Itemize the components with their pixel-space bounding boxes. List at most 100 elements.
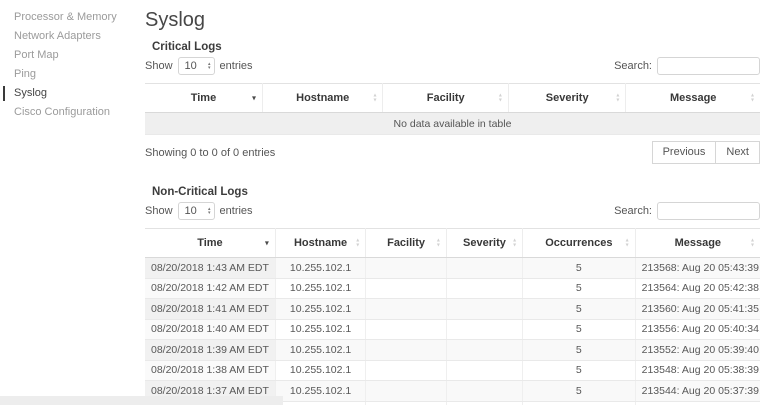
sort-icon: ▴ ▾	[356, 237, 360, 248]
cell-message: 213552: Aug 20 05:39:40.687: …	[635, 339, 760, 361]
cell-facility	[365, 339, 447, 361]
page-size-value: 10	[184, 60, 197, 72]
sidebar-item-port-map[interactable]: Port Map	[0, 46, 140, 65]
column-label: Hostname	[293, 237, 348, 249]
spinner-icon: ▴ ▾	[208, 206, 211, 216]
cell-occurrences: 5	[522, 257, 636, 279]
column-label: Time	[197, 237, 223, 249]
cell-hostname: 10.255.102.1	[275, 380, 367, 402]
cell-facility	[365, 401, 447, 405]
cell-severity	[446, 319, 524, 340]
cell-message: 213540: Aug 20 05:36:37.667: …	[635, 401, 760, 405]
search-label: Search:	[614, 205, 652, 217]
cell-message: 213544: Aug 20 05:37:39.957: …	[635, 380, 760, 402]
column-label: Message	[669, 92, 717, 104]
cell-facility	[365, 319, 447, 340]
cell-occurrences: 5	[522, 278, 636, 299]
cell-message: 213548: Aug 20 05:38:39.076: …	[635, 360, 760, 381]
cell-hostname: 10.255.102.1	[275, 298, 367, 320]
cell-message: 213568: Aug 20 05:43:39.831: …	[635, 257, 760, 279]
sidebar-item-label: Cisco Configuration	[14, 106, 110, 118]
column-header-severity[interactable]: Severity ▴ ▾	[508, 83, 627, 113]
cell-severity	[446, 257, 524, 279]
syslog-page: Processor & Memory Network Adapters Port M…	[0, 0, 768, 405]
entries-label: entries	[219, 205, 253, 217]
page-bottom-edge	[0, 396, 283, 405]
cell-occurrences: 5	[522, 401, 636, 405]
log-row: 08/20/2018 1:41 AM EDT 10.255.102.1 5 21356…	[145, 298, 760, 320]
page-size-select[interactable]: 10 ▴ ▾	[177, 202, 215, 220]
cell-facility	[365, 278, 447, 299]
cell-hostname: 10.255.102.1	[275, 319, 367, 340]
cell-hostname: 10.255.102.1	[275, 278, 367, 299]
cell-message: 213556: Aug 20 05:40:34.832: …	[635, 319, 760, 340]
column-header-severity[interactable]: Severity ▴ ▾	[446, 228, 524, 258]
column-header-time[interactable]: Time ▾	[145, 228, 276, 258]
sidebar-item-processor-memory[interactable]: Processor & Memory	[0, 8, 140, 27]
cell-time: 08/20/2018 1:41 AM EDT	[145, 298, 276, 320]
page-size-select[interactable]: 10 ▴ ▾	[177, 57, 215, 75]
search-label: Search:	[614, 60, 652, 72]
sort-icon: ▴ ▾	[373, 92, 377, 103]
column-header-message[interactable]: Message ▴ ▾	[635, 228, 760, 258]
cell-hostname: 10.255.102.1	[275, 339, 367, 361]
log-row: 08/20/2018 1:39 AM EDT 10.255.102.1 5 21355…	[145, 339, 760, 361]
sort-icon: ▴ ▾	[750, 92, 754, 103]
page-size-value: 10	[184, 205, 197, 217]
column-label: Facility	[426, 92, 465, 104]
sort-icon: ▴ ▾	[625, 237, 629, 248]
cell-severity	[446, 401, 524, 405]
sidebar-item-label: Network Adapters	[14, 30, 101, 42]
log-row: 08/20/2018 1:40 AM EDT 10.255.102.1 5 21355…	[145, 319, 760, 340]
sidebar-item-label: Ping	[14, 68, 37, 80]
empty-message: No data available in table	[145, 112, 760, 135]
previous-button[interactable]: Previous	[651, 141, 717, 164]
column-header-hostname[interactable]: Hostname ▴ ▾	[262, 83, 384, 113]
empty-row: No data available in table	[145, 112, 760, 135]
show-label: Show	[145, 60, 173, 72]
pagination: Previous Next	[651, 141, 760, 164]
sidebar-item-syslog[interactable]: Syslog	[0, 84, 140, 103]
column-header-message[interactable]: Message ▴ ▾	[625, 83, 760, 113]
column-header-facility[interactable]: Facility ▴ ▾	[382, 83, 509, 113]
critical-logs-table: Time ▾ Hostname ▴ ▾ Facility ▴ ▾ Severity ▴ ▾ Messa…	[145, 83, 760, 135]
column-header-time[interactable]: Time ▾	[145, 83, 263, 113]
sidebar-item-network-adapters[interactable]: Network Adapters	[0, 27, 140, 46]
cell-severity	[446, 339, 524, 361]
show-label: Show	[145, 205, 173, 217]
cell-hostname: 10.255.102.1	[275, 257, 367, 279]
sidebar-item-ping[interactable]: Ping	[0, 65, 140, 84]
column-label: Severity	[463, 237, 506, 249]
sidebar-nav: Processor & Memory Network Adapters Port M…	[0, 0, 140, 122]
spinner-icon: ▴ ▾	[208, 61, 211, 71]
sidebar-item-cisco-configuration[interactable]: Cisco Configuration	[0, 103, 140, 122]
sort-desc-icon: ▾	[251, 93, 256, 103]
column-label: Hostname	[296, 92, 350, 104]
sort-icon: ▴ ▾	[498, 92, 502, 103]
column-label: Time	[190, 92, 217, 104]
critical-search-control: Search:	[614, 57, 760, 75]
column-header-facility[interactable]: Facility ▴ ▾	[365, 228, 447, 258]
log-row: 08/20/2018 1:43 AM EDT 10.255.102.1 5 21356…	[145, 257, 760, 279]
cell-occurrences: 5	[522, 319, 636, 340]
log-row: 08/20/2018 1:42 AM EDT 10.255.102.1 5 21356…	[145, 278, 760, 299]
column-header-occurrences[interactable]: Occurrences ▴ ▾	[522, 228, 636, 258]
noncritical-table-controls: Show 10 ▴ ▾ entries Search:	[145, 201, 760, 221]
cell-facility	[365, 298, 447, 320]
sort-desc-icon: ▾	[264, 238, 269, 248]
sidebar-item-label: Processor & Memory	[14, 11, 117, 23]
noncritical-search-input[interactable]	[657, 202, 760, 220]
sort-icon: ▴ ▾	[513, 237, 517, 248]
page-title: Syslog	[145, 9, 206, 31]
cell-severity	[446, 360, 524, 381]
critical-search-input[interactable]	[657, 57, 760, 75]
sidebar-item-label: Port Map	[14, 49, 59, 61]
cell-facility	[365, 257, 447, 279]
column-header-hostname[interactable]: Hostname ▴ ▾	[275, 228, 367, 258]
next-button[interactable]: Next	[715, 141, 760, 164]
cell-time: 08/20/2018 1:43 AM EDT	[145, 257, 276, 279]
cell-severity	[446, 380, 524, 402]
noncritical-length-control: Show 10 ▴ ▾ entries	[145, 202, 253, 220]
noncritical-logs-table: Time ▾ Hostname ▴ ▾ Facility ▴ ▾ Severity ▴ ▾ Occur…	[145, 228, 760, 405]
cell-severity	[446, 278, 524, 299]
